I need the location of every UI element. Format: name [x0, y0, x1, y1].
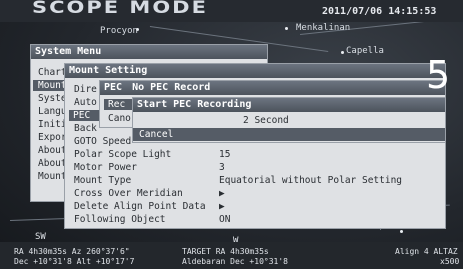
cancel-button[interactable]: Cancel — [133, 128, 445, 141]
start-pec-recording-title: Start PEC Recording — [133, 98, 445, 112]
star-capella — [341, 51, 344, 54]
system-menu-item[interactable]: Expor — [38, 132, 67, 143]
target-bottom: Aldebaran Dec +10°31'8 — [182, 257, 288, 266]
mount-setting-item[interactable]: Mount Type — [74, 175, 131, 186]
mount-setting-value: Equatorial without Polar Setting — [219, 175, 403, 186]
mount-setting-title: Mount Setting — [65, 64, 445, 78]
mode-title: SCOPE MODE — [32, 0, 208, 18]
mount-setting-item[interactable]: GOTO Speed — [74, 136, 131, 147]
sky-label-capella: Capella — [346, 46, 384, 56]
compass-sw: SW — [35, 232, 46, 242]
arrow-right-icon: ▶ — [219, 201, 225, 212]
scope-screen: SCOPE MODE 2011/07/06 14:15:53 Procyon M… — [0, 0, 463, 269]
system-menu-item[interactable]: Chart — [38, 67, 67, 78]
status-bar: RA 4h30m35s Az 260°37'6" Dec +10°31'8 Al… — [0, 242, 463, 269]
system-menu-item[interactable]: Syste — [38, 93, 67, 104]
step-number: 5 — [426, 53, 451, 97]
left-coords-bottom: Dec +10°31'8 Alt +10°17'7 — [14, 257, 135, 266]
pec-title: PEC — [104, 82, 123, 93]
recording-duration: 2 Second — [243, 115, 289, 126]
start-pec-recording-window: Start PEC Recording 2 Second Cancel — [132, 97, 446, 143]
mount-setting-item[interactable]: Following Object — [74, 214, 166, 225]
sky-label-procyon: Procyon — [100, 26, 138, 36]
mount-setting-item[interactable]: Dire — [74, 84, 97, 95]
system-menu-item[interactable]: Initi — [38, 119, 67, 130]
pec-item-selected[interactable]: Rec — [104, 99, 132, 110]
mount-setting-item[interactable]: Delete Align Point Data — [74, 201, 206, 212]
mount-setting-item[interactable]: Cross Over Meridian — [74, 188, 183, 199]
mount-setting-value: 15 — [219, 149, 231, 160]
system-menu-item[interactable]: Mount — [38, 171, 67, 182]
date-time: 2011/07/06 14:15:53 — [322, 6, 437, 17]
system-menu-item[interactable]: Langu — [38, 106, 67, 117]
target-top: TARGET RA 4h30m35s — [182, 247, 269, 256]
system-menu-item[interactable]: About — [38, 158, 67, 169]
left-coords-top: RA 4h30m35s Az 260°37'6" — [14, 247, 130, 256]
mount-setting-item[interactable]: Back — [74, 123, 97, 134]
system-menu-title: System Menu — [31, 45, 267, 59]
sky-label-menkalinan: Menkalinan — [296, 23, 351, 33]
star-menkalinan — [285, 27, 288, 30]
top-bar: SCOPE MODE 2011/07/06 14:15:53 — [0, 0, 463, 22]
mount-setting-value: 3 — [219, 162, 225, 173]
system-menu-item[interactable]: About — [38, 145, 67, 156]
zoom-level: x500 — [440, 257, 460, 266]
mount-setting-value: ON — [219, 214, 231, 225]
arrow-right-icon: ▶ — [219, 188, 225, 199]
star — [400, 230, 403, 233]
mount-setting-item[interactable]: Polar Scope Light — [74, 149, 171, 160]
align-status: Align 4 ALTAZ — [395, 247, 458, 256]
pec-title-bar: PEC No PEC Record — [100, 81, 445, 95]
mount-setting-item[interactable]: Auto — [74, 97, 97, 108]
pec-item[interactable]: Cano — [108, 113, 131, 124]
mount-setting-item-selected[interactable]: PEC — [69, 110, 99, 121]
pec-status: No PEC Record — [132, 82, 211, 93]
mount-setting-item[interactable]: Motor Power — [74, 162, 137, 173]
